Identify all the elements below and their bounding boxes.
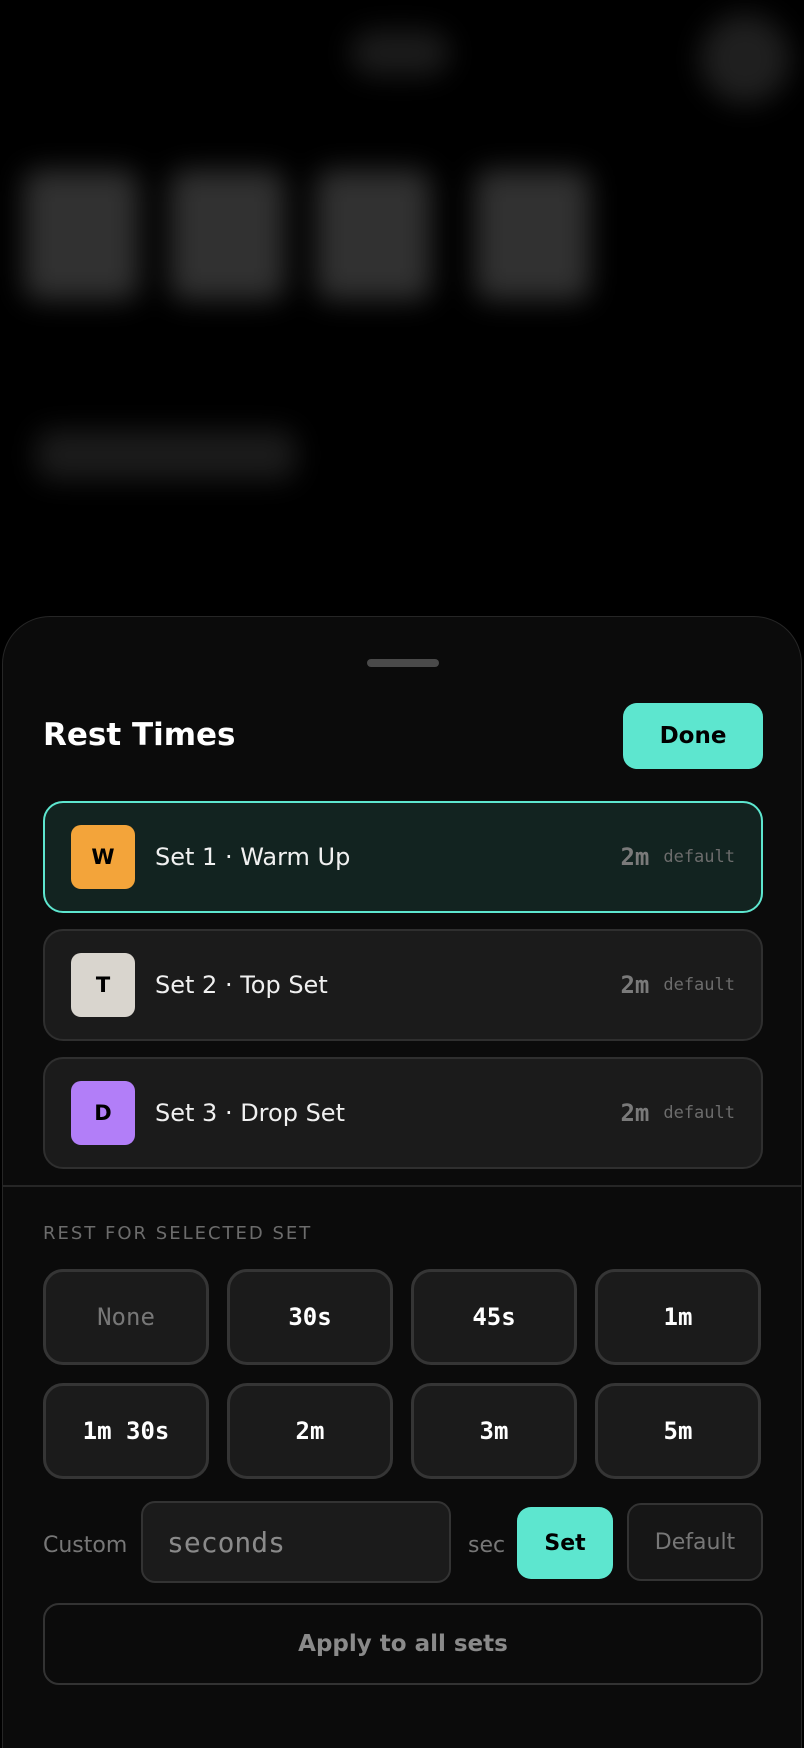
rest-option-5m[interactable]: 5m [595, 1383, 761, 1479]
set-type-badge: D [71, 1081, 135, 1145]
background-app [0, 0, 804, 640]
rest-option-30s[interactable]: 30s [227, 1269, 393, 1365]
background-pill [350, 30, 450, 76]
rest-times-sheet: Rest Times Done W Set 1 · Warm Up 2m def… [2, 616, 802, 1748]
default-button[interactable]: Default [627, 1503, 763, 1581]
set-default-tag: default [663, 975, 735, 995]
background-avatar [700, 14, 790, 104]
done-button[interactable]: Done [623, 703, 763, 769]
custom-seconds-input[interactable] [141, 1501, 451, 1583]
rest-option-1m[interactable]: 1m [595, 1269, 761, 1365]
set-default-tag: default [663, 1103, 735, 1123]
set-type-badge: T [71, 953, 135, 1017]
set-row-1[interactable]: W Set 1 · Warm Up 2m default [43, 801, 763, 913]
set-rest-value: 2m [620, 971, 650, 999]
background-tile [24, 170, 139, 300]
rest-option-3m[interactable]: 3m [411, 1383, 577, 1479]
section-divider [3, 1185, 801, 1187]
background-tile [475, 170, 590, 300]
rest-section-label: REST FOR SELECTED SET [43, 1223, 313, 1244]
custom-label: Custom [43, 1533, 128, 1558]
set-label: Set 3 · Drop Set [155, 1099, 345, 1127]
set-rest-value: 2m [620, 1099, 650, 1127]
set-custom-button[interactable]: Set [517, 1507, 613, 1579]
rest-option-1m30s[interactable]: 1m 30s [43, 1383, 209, 1479]
apply-to-all-button[interactable]: Apply to all sets [43, 1603, 763, 1685]
set-row-2[interactable]: T Set 2 · Top Set 2m default [43, 929, 763, 1041]
background-tile [170, 170, 285, 300]
rest-option-45s[interactable]: 45s [411, 1269, 577, 1365]
rest-option-none[interactable]: None [43, 1269, 209, 1365]
sheet-drag-handle[interactable] [367, 659, 439, 667]
set-label: Set 1 · Warm Up [155, 843, 351, 871]
set-type-badge: W [71, 825, 135, 889]
seconds-unit-label: sec [468, 1533, 506, 1558]
rest-option-2m[interactable]: 2m [227, 1383, 393, 1479]
set-rest-value: 2m [620, 843, 650, 871]
sheet-title: Rest Times [43, 717, 236, 753]
set-row-3[interactable]: D Set 3 · Drop Set 2m default [43, 1057, 763, 1169]
background-bar [36, 430, 296, 480]
set-default-tag: default [663, 847, 735, 867]
set-label: Set 2 · Top Set [155, 971, 328, 999]
background-tile [316, 170, 431, 300]
